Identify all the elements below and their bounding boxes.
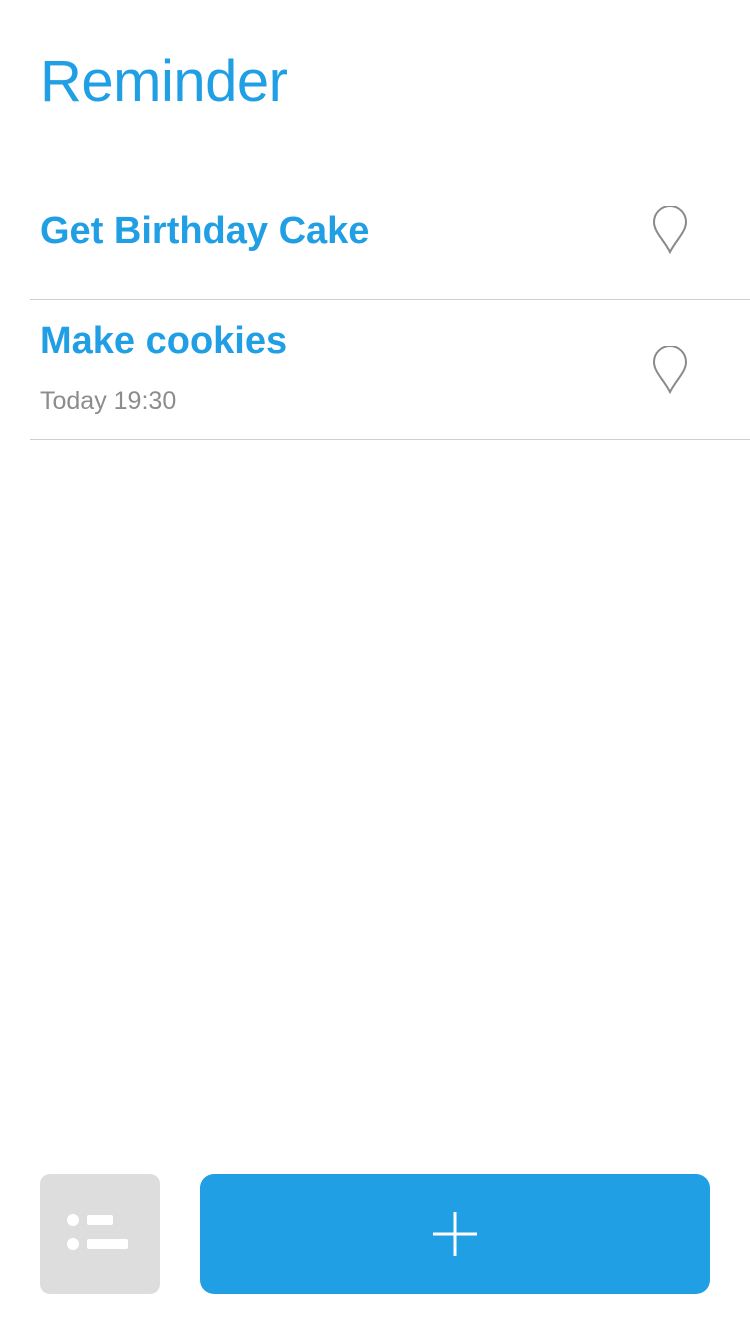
location-pin-icon[interactable] <box>652 346 688 394</box>
location-pin-icon[interactable] <box>652 206 688 254</box>
plus-icon <box>433 1212 477 1256</box>
page-title: Reminder <box>40 49 288 114</box>
list-icon <box>67 1214 128 1250</box>
list-view-button[interactable] <box>40 1174 160 1294</box>
reminder-time: Today 19:30 <box>40 387 177 415</box>
add-reminder-button[interactable] <box>200 1174 710 1294</box>
reminder-list: Get Birthday Cake Make cookies Today 19:… <box>30 160 750 440</box>
reminder-title: Make cookies <box>40 320 288 362</box>
reminder-item[interactable]: Make cookies Today 19:30 <box>30 300 750 440</box>
reminder-title: Get Birthday Cake <box>40 210 370 252</box>
reminder-item[interactable]: Get Birthday Cake <box>30 160 750 300</box>
